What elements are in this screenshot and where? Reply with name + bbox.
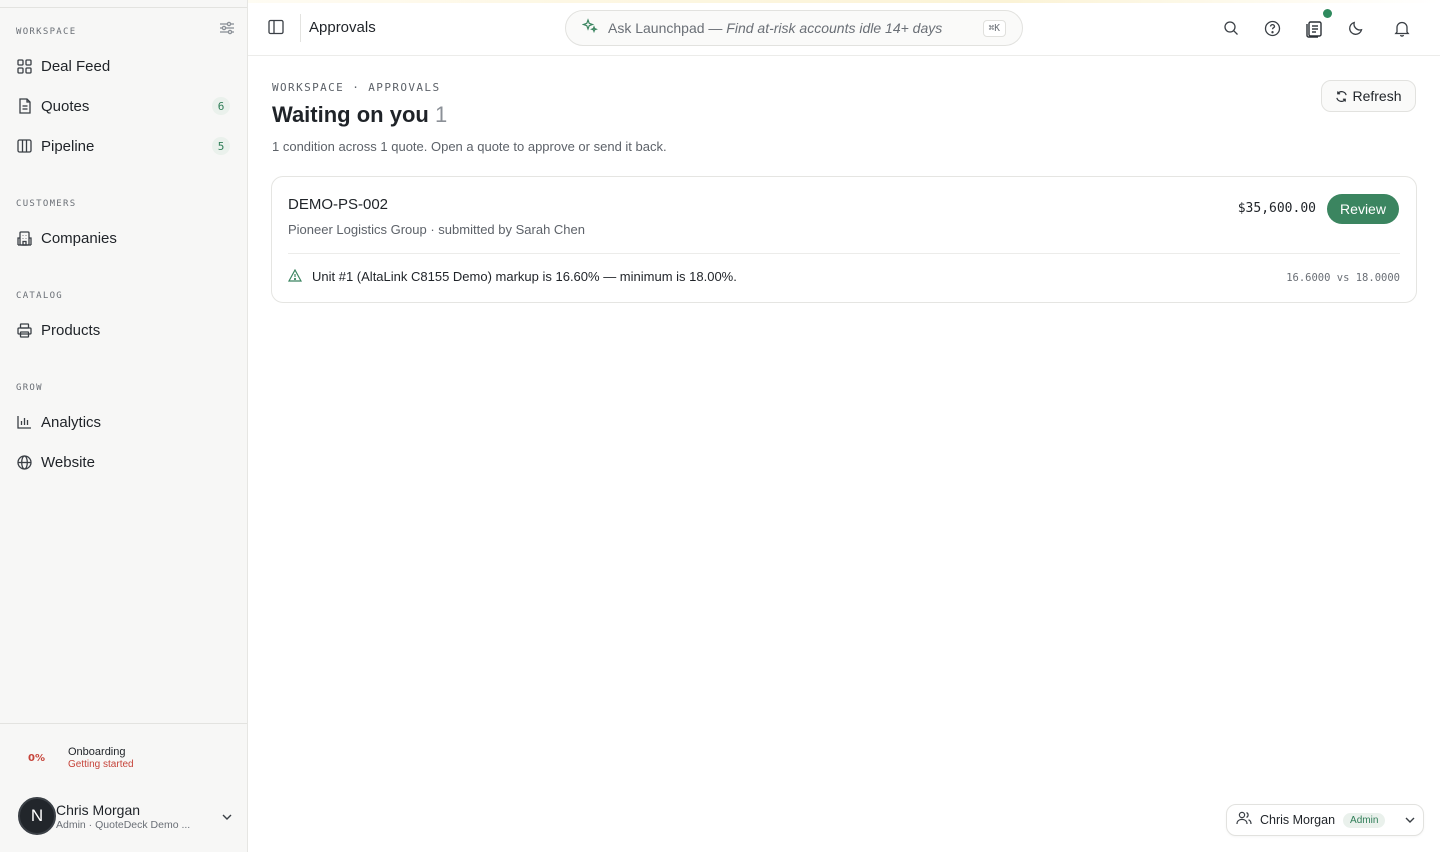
- help-icon[interactable]: [1262, 18, 1282, 38]
- quote-amount: $35,600.00: [1237, 201, 1316, 216]
- columns-icon: [16, 138, 33, 155]
- quote-meta: Pioneer Logistics Group · submitted by S…: [288, 222, 585, 237]
- top-bar: Approvals Ask Launchpad — Find at-risk a…: [248, 0, 1440, 56]
- sidebar-item-label: Website: [41, 453, 95, 471]
- sidebar-item-label: Companies: [41, 229, 117, 247]
- sidebar-item-deal-feed[interactable]: Deal Feed: [8, 50, 238, 82]
- sidebar-toggle-icon[interactable]: [268, 19, 286, 37]
- building-icon: [16, 230, 33, 247]
- sidebar-item-products[interactable]: Products: [8, 314, 238, 346]
- sidebar-item-label: Quotes: [41, 97, 90, 115]
- sidebar-item-quotes[interactable]: Quotes 6: [8, 90, 238, 122]
- grid-icon: [16, 58, 33, 75]
- review-button[interactable]: Review: [1327, 194, 1399, 224]
- sidebar-item-label: Analytics: [41, 413, 102, 431]
- breadcrumb: WORKSPACE · APPROVALS: [272, 81, 441, 94]
- user-subtitle: Admin · QuoteDeck Demo ...: [56, 818, 191, 831]
- notification-dot: [1323, 9, 1332, 18]
- bar-chart-icon: [16, 414, 33, 431]
- ask-launchpad-input[interactable]: Ask Launchpad — Find at-risk accounts id…: [565, 10, 1023, 46]
- search-icon[interactable]: [1221, 18, 1241, 38]
- quote-id[interactable]: DEMO-PS-002: [288, 196, 388, 213]
- moon-icon[interactable]: [1346, 18, 1366, 38]
- section-label-catalog: CATALOG: [16, 291, 64, 301]
- count-badge: 5: [212, 137, 230, 155]
- onboarding-percent: 0%: [28, 752, 45, 764]
- keyboard-shortcut: ⌘K: [982, 19, 1006, 37]
- section-label-workspace: WORKSPACE: [16, 27, 77, 37]
- card-divider: [288, 253, 1400, 254]
- section-label-grow: GROW: [16, 383, 43, 393]
- user-name: Chris Morgan: [56, 801, 141, 818]
- refresh-button[interactable]: Refresh: [1321, 80, 1416, 112]
- document-icon: [16, 98, 33, 115]
- onboarding-subtitle: Getting started: [68, 759, 134, 770]
- topbar-divider: [300, 14, 301, 42]
- sidebar-item-companies[interactable]: Companies: [8, 222, 238, 254]
- page-header-title: Approvals: [309, 19, 376, 36]
- approval-card: DEMO-PS-002 Pioneer Logistics Group · su…: [271, 176, 1417, 303]
- ask-launchpad-placeholder: Ask Launchpad — Find at-risk accounts id…: [608, 20, 943, 36]
- printer-icon: [16, 322, 33, 339]
- section-label-customers: CUSTOMERS: [16, 199, 77, 209]
- onboarding-title: Onboarding: [68, 746, 126, 758]
- sparkle-icon: [581, 17, 598, 39]
- count-badge: 6: [212, 97, 230, 115]
- users-icon: [1236, 811, 1252, 830]
- view-as-user-selector[interactable]: Chris Morgan Admin: [1226, 804, 1424, 836]
- avatar: N: [18, 797, 56, 835]
- account-switcher[interactable]: N Chris Morgan Admin · QuoteDeck Demo ..…: [18, 796, 238, 836]
- sidebar-item-label: Deal Feed: [41, 57, 111, 75]
- sidebar-bottom-divider: [0, 723, 247, 724]
- sliders-icon[interactable]: [219, 21, 235, 35]
- role-badge: Admin: [1343, 812, 1386, 828]
- approvals-stack-icon[interactable]: [1304, 18, 1324, 38]
- globe-icon: [16, 454, 33, 471]
- page-subtitle: 1 condition across 1 quote. Open a quote…: [272, 139, 667, 154]
- pending-count: 1: [434, 102, 448, 127]
- onboarding-progress[interactable]: 0% Onboarding Getting started: [28, 742, 228, 774]
- sidebar-item-analytics[interactable]: Analytics: [8, 406, 238, 438]
- page-title: Waiting on you 1: [272, 102, 448, 127]
- warning-triangle-icon: [287, 268, 303, 283]
- sidebar-item-website[interactable]: Website: [8, 446, 238, 478]
- refresh-icon: [1336, 90, 1348, 102]
- chevron-down-icon: [222, 807, 232, 825]
- bell-icon[interactable]: [1392, 18, 1412, 38]
- sidebar-top-divider: [0, 7, 247, 8]
- sidebar: WORKSPACE Deal Feed Quotes 6 Pipeline 5 …: [0, 0, 248, 852]
- sidebar-item-label: Products: [41, 321, 101, 339]
- condition-values: 16.6000 vs 18.0000: [1286, 272, 1400, 284]
- sidebar-item-pipeline[interactable]: Pipeline 5: [8, 130, 238, 162]
- condition-text: Unit #1 (AltaLink C8155 Demo) markup is …: [312, 269, 737, 284]
- pill-user-name: Chris Morgan: [1260, 813, 1336, 827]
- sidebar-item-label: Pipeline: [41, 137, 95, 155]
- chevron-down-icon: [1405, 817, 1415, 823]
